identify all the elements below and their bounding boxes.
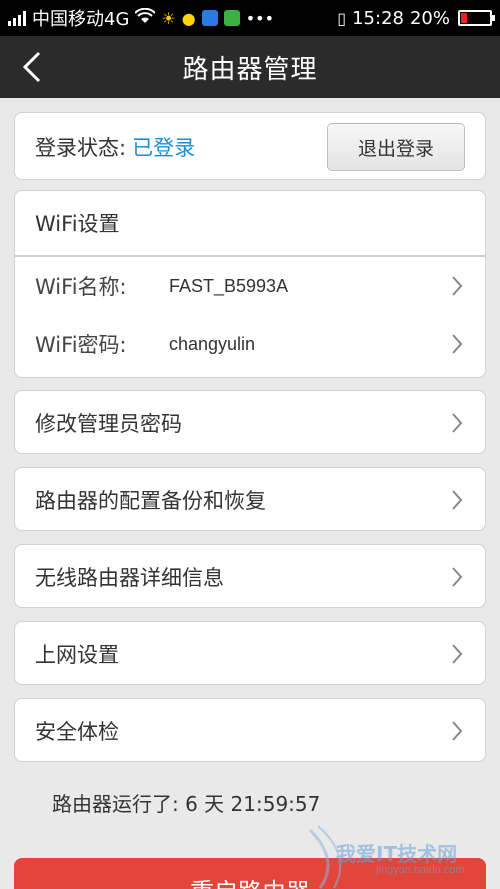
menu-item-label: 路由器的配置备份和恢复 — [35, 489, 266, 513]
menu-item-security-check[interactable]: 安全体检 — [14, 698, 486, 762]
wifi-icon — [134, 7, 157, 28]
chevron-left-icon — [22, 51, 41, 83]
wifi-name-label: WiFi名称: — [35, 275, 127, 299]
clock: 15:28 — [352, 7, 404, 29]
login-row: 登录状态: 已登录 退出登录 — [15, 113, 485, 181]
menu-item-label: 修改管理员密码 — [35, 412, 182, 436]
wifi-name-value: FAST_B5993A — [169, 275, 289, 296]
router-uptime: 路由器运行了: 6 天 21:59:57 — [52, 792, 321, 816]
back-button[interactable] — [12, 36, 52, 98]
wifi-settings-card: WiFi设置 WiFi名称: FAST_B5993A WiFi密码: chang… — [14, 190, 486, 378]
signal-icon — [8, 10, 26, 26]
battery-percent: 20% — [409, 7, 450, 29]
chevron-right-icon — [452, 721, 463, 741]
wifi-password-value: changyulin — [169, 333, 256, 354]
menu-item-label: 上网设置 — [35, 643, 119, 667]
logout-button[interactable]: 退出登录 — [327, 123, 465, 171]
login-card: 登录状态: 已登录 退出登录 — [14, 112, 486, 180]
chevron-right-icon — [452, 490, 463, 510]
reboot-button[interactable]: 重启路由器 — [14, 858, 486, 889]
chevron-right-icon — [452, 276, 463, 296]
wifi-password-row[interactable]: WiFi密码: changyulin — [15, 315, 485, 373]
sun-icon: ☀ — [161, 8, 176, 28]
wifi-settings-header: WiFi设置 — [15, 191, 485, 257]
wechat-icon — [223, 10, 240, 26]
wifi-password-label: WiFi密码: — [35, 333, 127, 357]
status-bar: 中国移动4G ☀ ● ••• ▯ 15:28 20% — [0, 0, 500, 36]
chevron-right-icon — [452, 567, 463, 587]
emoji-icon: ● — [181, 8, 196, 28]
menu-item-label: 无线路由器详细信息 — [35, 566, 224, 590]
more-icon: ••• — [245, 8, 275, 28]
app-icon — [201, 10, 218, 26]
carrier-name: 中国移动4G — [32, 9, 130, 30]
chevron-right-icon — [452, 413, 463, 433]
login-status: 已登录 — [132, 136, 196, 160]
page-title: 路由器管理 — [182, 54, 318, 85]
chevron-right-icon — [452, 644, 463, 664]
login-label: 登录状态: — [35, 136, 127, 160]
wifi-name-row[interactable]: WiFi名称: FAST_B5993A — [15, 257, 485, 315]
menu-item-router-details[interactable]: 无线路由器详细信息 — [14, 544, 486, 608]
menu-item-internet-settings[interactable]: 上网设置 — [14, 621, 486, 685]
menu-item-backup-restore[interactable]: 路由器的配置备份和恢复 — [14, 467, 486, 531]
chevron-right-icon — [452, 334, 463, 354]
title-bar: 路由器管理 — [0, 36, 500, 98]
vibrate-icon: ▯ — [337, 8, 347, 28]
battery-icon — [458, 10, 495, 26]
menu-item-label: 安全体检 — [35, 720, 119, 744]
menu-item-change-admin-password[interactable]: 修改管理员密码 — [14, 390, 486, 454]
